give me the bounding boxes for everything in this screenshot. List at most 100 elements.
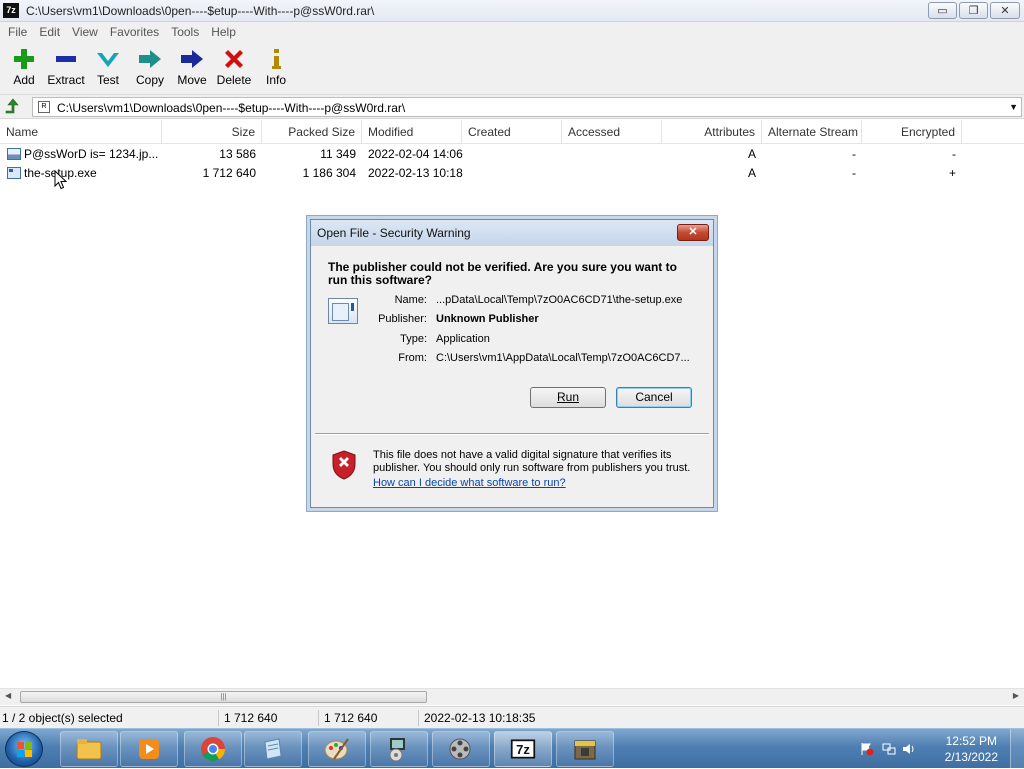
media-player-icon bbox=[136, 736, 162, 762]
info-label: Info bbox=[265, 73, 286, 87]
chevron-down-icon[interactable]: ▼ bbox=[1009, 102, 1018, 112]
clock[interactable]: 12:52 PM 2/13/2022 bbox=[945, 733, 998, 765]
table-row[interactable]: P@ssWorD is= 1234.jp... 13 586 11 349 20… bbox=[0, 145, 1024, 164]
menu-help[interactable]: Help bbox=[205, 25, 242, 39]
title-bar: 7z C:\Users\vm1\Downloads\0pen----$etup-… bbox=[0, 0, 1024, 22]
dialog-close-button[interactable]: ✕ bbox=[677, 224, 709, 241]
list-header: Name Size Packed Size Modified Created A… bbox=[0, 120, 1024, 144]
column-accessed[interactable]: Accessed bbox=[562, 120, 662, 144]
test-button[interactable]: Test bbox=[87, 42, 129, 87]
start-button[interactable] bbox=[5, 731, 43, 767]
horizontal-scrollbar[interactable]: ◀ ||| ▶ bbox=[0, 688, 1024, 705]
status-divider bbox=[218, 710, 219, 726]
file-modified: 2022-02-13 10:18 bbox=[368, 166, 463, 180]
extract-button[interactable]: Extract bbox=[45, 42, 87, 87]
taskbar-file-explorer[interactable] bbox=[60, 731, 118, 767]
menu-file[interactable]: File bbox=[2, 25, 33, 39]
file-encrypted: - bbox=[952, 147, 956, 161]
taskbar-7zip[interactable]: 7z bbox=[494, 731, 552, 767]
file-size: 13 586 bbox=[219, 147, 256, 161]
type-label: Type: bbox=[400, 333, 427, 345]
cancel-button[interactable]: Cancel bbox=[616, 387, 692, 408]
warning-text: This file does not have a valid digital … bbox=[373, 449, 691, 474]
info-button[interactable]: Info bbox=[255, 42, 297, 87]
move-arrow-icon bbox=[180, 47, 204, 71]
help-link[interactable]: How can I decide what software to run? bbox=[373, 477, 566, 489]
windows-logo-icon bbox=[17, 742, 33, 758]
move-label: Move bbox=[177, 73, 207, 87]
minus-icon bbox=[54, 47, 78, 71]
name-label: Name: bbox=[394, 294, 427, 306]
scroll-right-icon[interactable]: ▶ bbox=[1013, 691, 1019, 700]
column-encrypted[interactable]: Encrypted bbox=[862, 120, 962, 144]
column-modified[interactable]: Modified bbox=[362, 120, 462, 144]
archive-path-icon: R bbox=[38, 101, 50, 113]
file-alt-stream: - bbox=[852, 147, 856, 161]
toolbar: Add Extract Test Copy Move Delete Info bbox=[0, 42, 1024, 94]
run-button[interactable]: Run bbox=[530, 387, 606, 408]
check-icon bbox=[96, 47, 120, 71]
dialog-footer: This file does not have a valid digital … bbox=[311, 435, 713, 507]
test-label: Test bbox=[96, 73, 119, 87]
address-path: C:\Users\vm1\Downloads\0pen----$etup----… bbox=[57, 101, 406, 115]
menu-favorites[interactable]: Favorites bbox=[104, 25, 165, 39]
taskbar-notepad[interactable] bbox=[244, 731, 302, 767]
status-size: 1 712 640 bbox=[224, 711, 278, 725]
taskbar: 7z 12:52 PM 2/13/2022 bbox=[0, 728, 1024, 769]
taskbar-installer[interactable] bbox=[370, 731, 428, 767]
network-icon[interactable] bbox=[882, 742, 896, 756]
file-created bbox=[462, 145, 562, 164]
installer-icon bbox=[386, 736, 412, 762]
file-alt-stream: - bbox=[852, 166, 856, 180]
status-packed: 1 712 640 bbox=[324, 711, 378, 725]
up-folder-icon[interactable] bbox=[4, 98, 22, 115]
volume-icon[interactable] bbox=[902, 742, 916, 756]
copy-button[interactable]: Copy bbox=[129, 42, 171, 87]
column-attributes[interactable]: Attributes bbox=[662, 120, 762, 144]
notepad-icon bbox=[260, 736, 286, 762]
menu-tools[interactable]: Tools bbox=[165, 25, 205, 39]
taskbar-chrome[interactable] bbox=[184, 731, 242, 767]
taskbar-media-player[interactable] bbox=[120, 731, 178, 767]
file-packed-size: 1 186 304 bbox=[302, 166, 356, 180]
menu-bar: File Edit View Favorites Tools Help bbox=[0, 22, 1024, 42]
taskbar-paint[interactable] bbox=[308, 731, 366, 767]
file-name: P@ssWorD is= 1234.jp... bbox=[24, 147, 159, 161]
column-name[interactable]: Name bbox=[0, 120, 162, 144]
status-divider bbox=[318, 710, 319, 726]
minimize-button[interactable]: ▭ bbox=[928, 2, 957, 19]
close-button[interactable]: ✕ bbox=[990, 2, 1020, 19]
menu-view[interactable]: View bbox=[66, 25, 104, 39]
7zip-icon: 7z bbox=[510, 736, 536, 762]
action-center-icon[interactable] bbox=[860, 742, 874, 756]
file-created bbox=[462, 164, 562, 183]
column-alternate-stream[interactable]: Alternate Stream bbox=[762, 120, 862, 144]
show-desktop-button[interactable] bbox=[1010, 729, 1024, 769]
dialog-body: The publisher could not be verified. Are… bbox=[311, 246, 713, 432]
add-button[interactable]: Add bbox=[3, 42, 45, 87]
column-packed-size[interactable]: Packed Size bbox=[262, 120, 362, 144]
taskbar-video-editor[interactable] bbox=[432, 731, 490, 767]
move-button[interactable]: Move bbox=[171, 42, 213, 87]
file-attributes: A bbox=[747, 147, 756, 161]
dialog-title: Open File - Security Warning bbox=[317, 226, 471, 240]
paint-icon bbox=[324, 736, 350, 762]
restore-button[interactable]: ❐ bbox=[959, 2, 988, 19]
table-row[interactable]: the-setup.exe 1 712 640 1 186 304 2022-0… bbox=[0, 164, 1024, 183]
security-shield-icon bbox=[332, 450, 356, 480]
clock-date: 2/13/2022 bbox=[944, 750, 998, 764]
column-created[interactable]: Created bbox=[462, 120, 562, 144]
plus-icon bbox=[12, 47, 36, 71]
type-value: Application bbox=[436, 333, 490, 345]
info-icon bbox=[264, 47, 288, 71]
taskbar-archive-tool[interactable] bbox=[556, 731, 614, 767]
name-value: ...pData\Local\Temp\7zO0AC6CD71\the-setu… bbox=[436, 294, 683, 306]
delete-button[interactable]: Delete bbox=[213, 42, 255, 87]
column-size[interactable]: Size bbox=[162, 120, 262, 144]
file-attributes: A bbox=[747, 166, 756, 180]
address-input[interactable]: R C:\Users\vm1\Downloads\0pen----$etup--… bbox=[32, 97, 1022, 117]
mouse-pointer-icon bbox=[54, 170, 68, 190]
scroll-thumb[interactable]: ||| bbox=[20, 691, 427, 703]
scroll-left-icon[interactable]: ◀ bbox=[5, 691, 11, 700]
menu-edit[interactable]: Edit bbox=[33, 25, 66, 39]
